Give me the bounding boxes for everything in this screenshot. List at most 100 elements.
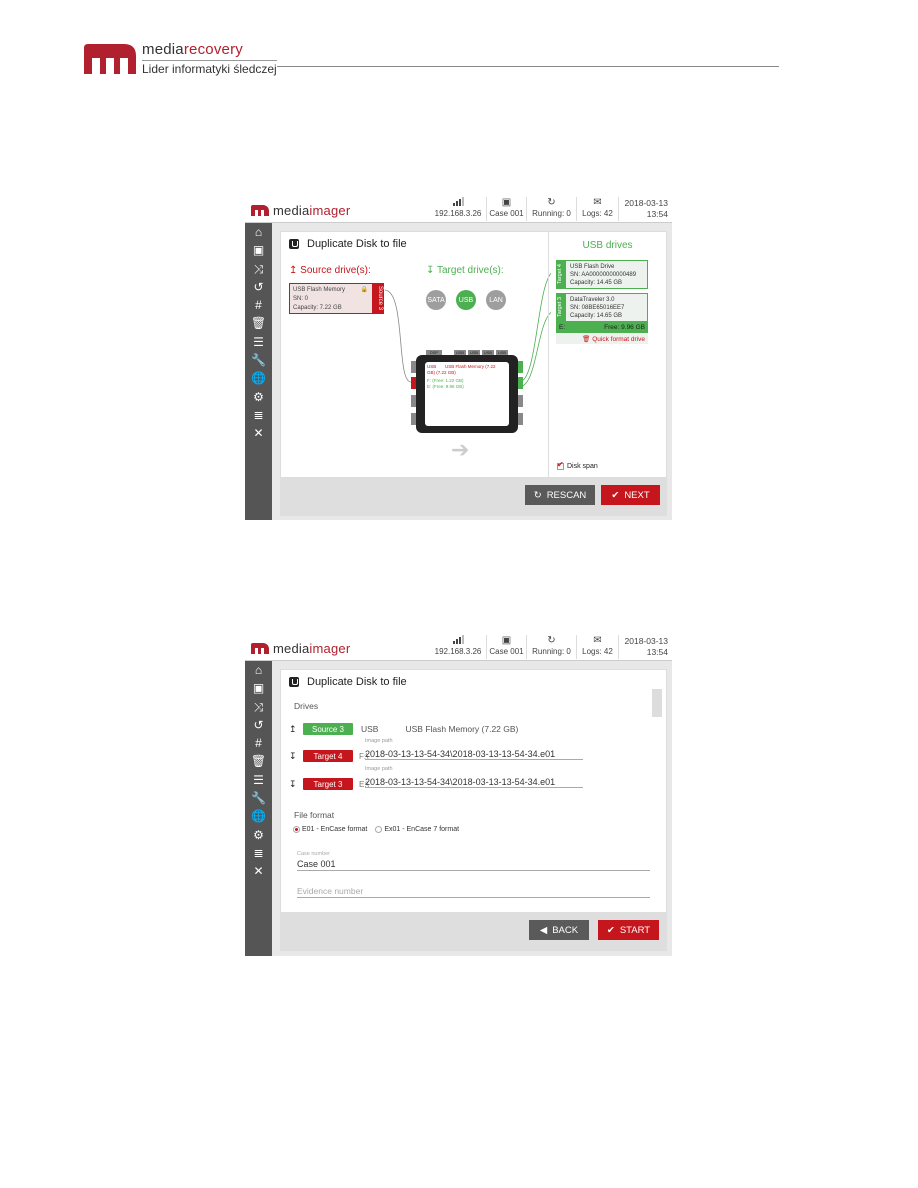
- main-panel: Duplicate Disk to file Drives ↥ Source 3…: [280, 669, 667, 913]
- refresh-icon: ↻: [533, 489, 542, 501]
- usb-drives-column: USB drives Target 4 USB Flash Drive SN: …: [548, 232, 666, 477]
- undo-icon[interactable]: ↺: [245, 716, 272, 734]
- globe-icon[interactable]: 🌐: [245, 369, 272, 387]
- mediaimager-logo-icon: [251, 205, 269, 216]
- device-screen: USB USB Flash Memory (7.22 GB) (7.22 GB)…: [425, 362, 509, 426]
- gear-icon[interactable]: ⚙: [245, 388, 272, 406]
- next-button[interactable]: ✔ NEXT: [601, 485, 660, 505]
- datetime: 2018-03-13 13:54: [618, 197, 672, 221]
- close-icon[interactable]: ✕: [245, 424, 272, 442]
- target-drive-row: ↧ Target 4 F:\: [289, 750, 369, 762]
- datetime: 2018-03-13 13:54: [618, 635, 672, 659]
- case-status[interactable]: ▣ Case 001: [486, 197, 526, 221]
- quick-format-button[interactable]: 🗑 Quick format drive: [556, 333, 648, 344]
- mediaimager-logo-icon: [251, 643, 269, 654]
- briefcase-icon[interactable]: ▣: [245, 241, 272, 259]
- running-status[interactable]: ↻ Running: 0: [526, 197, 576, 221]
- screenshot-image-settings: mediaimager 192.168.3.26 ▣ Case 001 ↻ Ru…: [245, 633, 672, 956]
- main-panel: Duplicate Disk to file ↥ Source drive(s)…: [280, 231, 667, 478]
- checkbox-icon: [557, 460, 564, 470]
- format-e01-radio[interactable]: E01 - EnCase format: [293, 826, 367, 833]
- indent-list-icon[interactable]: ≣: [245, 844, 272, 862]
- scrollbar[interactable]: [652, 689, 662, 717]
- mediaimager-logo: mediaimager: [251, 641, 350, 656]
- refresh-icon: ↻: [547, 197, 556, 208]
- source-chip: Source 3: [303, 723, 353, 735]
- top-bar: mediaimager 192.168.3.26 ▣ Case 001 ↻ Ru…: [245, 633, 672, 661]
- case-status[interactable]: ▣ Case 001: [486, 635, 526, 659]
- footer-bar: ◀ BACK ✔ START: [280, 913, 667, 951]
- globe-icon[interactable]: 🌐: [245, 807, 272, 825]
- home-icon[interactable]: ⌂: [245, 223, 272, 241]
- screenshot-select-drives: mediaimager 192.168.3.26 ▣ Case 001 ↻ Ru…: [245, 195, 672, 520]
- signal-bars-icon: [430, 197, 486, 209]
- brand-tagline: Lider informatyki śledczej: [142, 60, 277, 76]
- check-icon: ✔: [611, 489, 620, 501]
- shuffle-icon[interactable]: ⤨: [245, 698, 272, 716]
- shuffle-icon[interactable]: ⤨: [245, 260, 272, 278]
- footer-bar: ↻ RESCAN ✔ NEXT: [280, 478, 667, 516]
- arrow-right-icon: ➔: [451, 437, 470, 462]
- wrench-icon[interactable]: 🔧: [245, 351, 272, 369]
- trash-icon[interactable]: 🗑: [245, 752, 272, 770]
- target-drive-row: ↧ Target 3 E:\: [289, 778, 369, 790]
- wrench-icon[interactable]: 🔧: [245, 789, 272, 807]
- envelope-icon: ✉: [593, 635, 602, 646]
- upload-icon: ↥: [289, 723, 297, 734]
- running-status[interactable]: ↻ Running: 0: [526, 635, 576, 659]
- target-chip: Target 3: [303, 778, 353, 790]
- home-icon[interactable]: ⌂: [245, 661, 272, 679]
- back-button[interactable]: ◀ BACK: [529, 920, 589, 940]
- signal-bars-icon: [430, 635, 486, 647]
- rescan-button[interactable]: ↻ RESCAN: [525, 485, 595, 505]
- target-drive-card[interactable]: Target 3 DataTraveler 3.0 SN: 08BE65016E…: [556, 293, 648, 322]
- image-path-input[interactable]: 2018-03-13-13-54-34\2018-03-13-13-54-34.…: [365, 749, 583, 760]
- file-format-label: File format: [294, 810, 335, 820]
- envelope-icon: ✉: [593, 197, 602, 208]
- hash-icon[interactable]: #: [245, 296, 272, 314]
- format-ex01-radio[interactable]: Ex01 - EnCase 7 format: [375, 826, 459, 833]
- free-space-bar: E: Free: 9.96 GB: [556, 322, 648, 333]
- mediaimager-logo: mediaimager: [251, 203, 350, 218]
- network-status[interactable]: 192.168.3.26: [430, 197, 486, 221]
- start-button[interactable]: ✔ START: [598, 920, 659, 940]
- document-logo: mediarecovery Lider informatyki śledczej: [84, 42, 277, 76]
- list-icon[interactable]: ☰: [245, 333, 272, 351]
- image-path-input[interactable]: 2018-03-13-13-54-34\2018-03-13-13-54-34.…: [365, 777, 583, 788]
- trash-icon: 🗑: [582, 336, 591, 343]
- hash-icon[interactable]: #: [245, 734, 272, 752]
- page-title: Duplicate Disk to file: [289, 676, 407, 688]
- disk-span-checkbox[interactable]: Disk span: [557, 460, 598, 470]
- briefcase-icon[interactable]: ▣: [245, 679, 272, 697]
- case-number-input[interactable]: Case 001: [297, 859, 650, 871]
- network-status[interactable]: 192.168.3.26: [430, 635, 486, 659]
- device-diagram: DSP USB USB USB USB USB USB Flash Memory…: [411, 350, 523, 433]
- sidebar: ⌂ ▣ ⤨ ↺ # 🗑 ☰ 🔧 🌐 ⚙ ≣ ✕: [245, 661, 272, 956]
- logs-status[interactable]: ✉ Logs: 42: [576, 197, 618, 221]
- evidence-number-input[interactable]: Evidence number: [297, 886, 650, 898]
- indent-list-icon[interactable]: ≣: [245, 406, 272, 424]
- logs-status[interactable]: ✉ Logs: 42: [576, 635, 618, 659]
- header-divider: [277, 66, 779, 67]
- usb-drives-title: USB drives: [582, 240, 633, 251]
- close-icon[interactable]: ✕: [245, 862, 272, 880]
- case-number-label: Case number: [297, 851, 331, 857]
- sidebar: ⌂ ▣ ⤨ ↺ # 🗑 ☰ 🔧 🌐 ⚙ ≣ ✕: [245, 223, 272, 520]
- undo-icon[interactable]: ↺: [245, 278, 272, 296]
- source-drive-row: ↥ Source 3 USB USB Flash Memory (7.22 GB…: [289, 723, 519, 735]
- format-radio-group: E01 - EnCase format Ex01 - EnCase 7 form…: [293, 826, 459, 833]
- gear-icon[interactable]: ⚙: [245, 826, 272, 844]
- briefcase-icon: ▣: [501, 197, 512, 208]
- brand-name: mediarecovery: [142, 41, 243, 58]
- drives-label: Drives: [294, 701, 319, 711]
- download-icon: ↧: [289, 778, 297, 789]
- power-icon: [289, 677, 299, 687]
- trash-icon[interactable]: 🗑: [245, 314, 272, 332]
- download-icon: ↧: [289, 750, 297, 761]
- back-circle-icon: ◀: [539, 924, 548, 936]
- refresh-icon: ↻: [547, 635, 556, 646]
- check-icon: ✔: [606, 924, 615, 936]
- target-chip: Target 4: [303, 750, 353, 762]
- target-drive-card[interactable]: Target 4 USB Flash Drive SN: AA000000000…: [556, 260, 648, 289]
- list-icon[interactable]: ☰: [245, 771, 272, 789]
